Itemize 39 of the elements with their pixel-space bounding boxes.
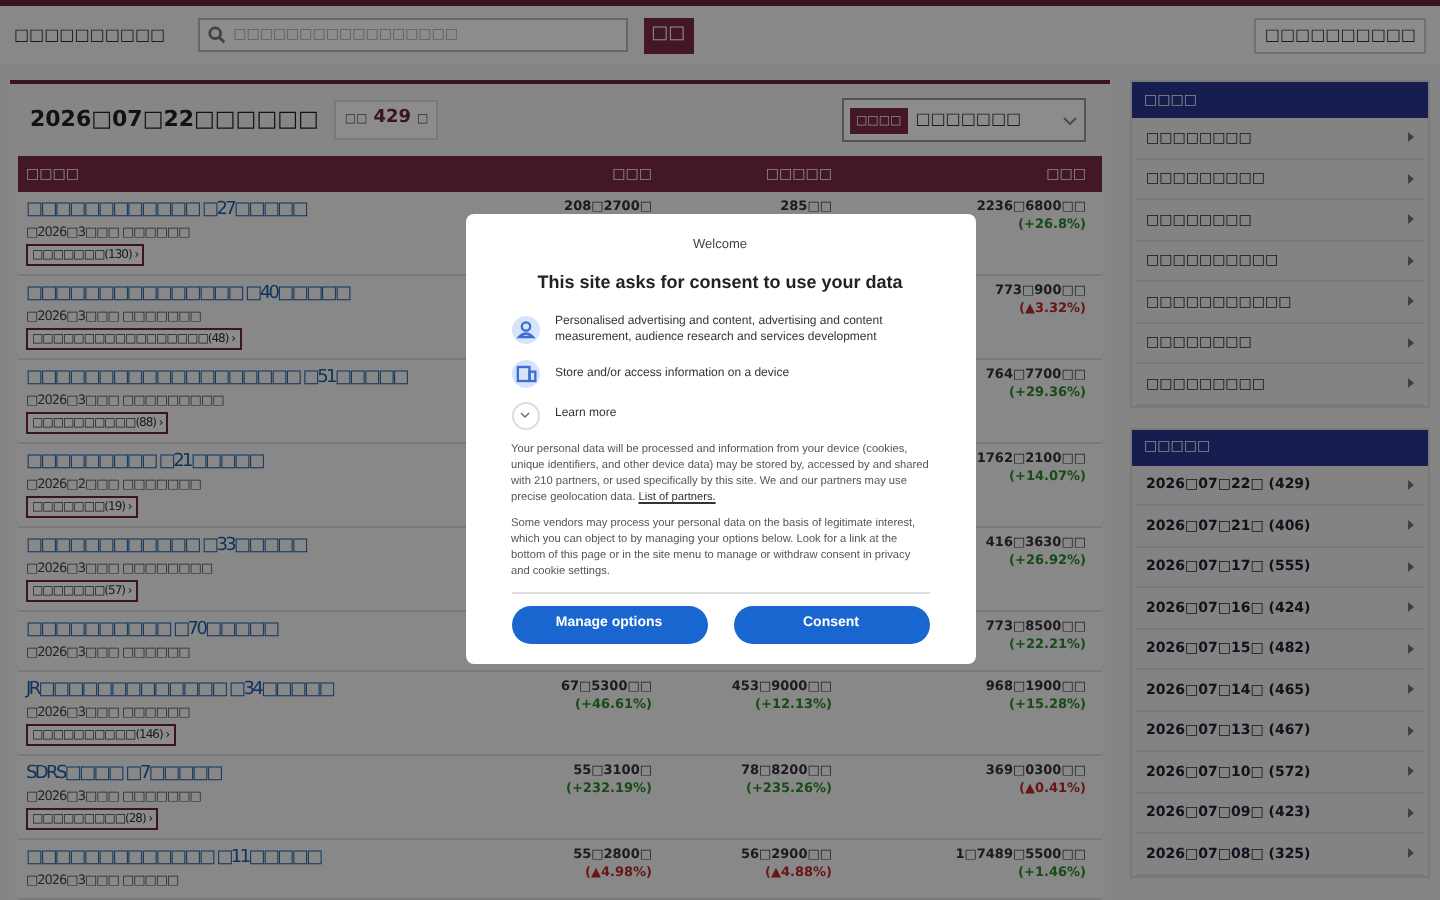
chevron-right-icon [1408, 173, 1414, 184]
site-logo[interactable]: □□□□□□□□□□ [14, 25, 166, 45]
item-link[interactable]: SDRS□□□□ □7□□□□□ [26, 762, 221, 786]
person-icon [511, 315, 539, 344]
item-link[interactable]: □□□□□□□□□ □21□□□□□ [26, 450, 263, 474]
page-title: 2026□07□22□□□□□□ [30, 103, 319, 136]
chevron-right-icon [1408, 725, 1414, 736]
chevron-down-icon [1062, 115, 1078, 125]
item-link[interactable]: □□□□□□□□□□□□ □33□□□□□ [26, 534, 307, 558]
item-link[interactable]: JR□□□□□□□□□□□□□ □34□□□□□ [26, 678, 334, 702]
chevron-right-icon [1408, 684, 1414, 695]
top-link-button[interactable]: □□□□□□□□□□ [1254, 17, 1426, 53]
chevron-right-icon [1408, 602, 1414, 613]
item-link[interactable]: □□□□□□□□□□□□□□□□□□□ □51□□□□□ [26, 366, 407, 390]
chevron-right-icon [1408, 255, 1414, 266]
chevron-right-icon [1408, 296, 1414, 307]
dialog-title: This site asks for consent to use your data [537, 269, 903, 294]
chevron-right-icon [1408, 479, 1414, 490]
expand-button[interactable] [511, 401, 539, 430]
chevron-right-icon [1408, 520, 1414, 531]
item-link[interactable]: □□□□□□□□□□□□□□□ □40□□□□□ [26, 282, 350, 306]
chevron-right-icon [1408, 766, 1414, 777]
chevron-right-icon [1408, 643, 1414, 654]
chevron-down-icon [520, 412, 530, 419]
device-icon [511, 359, 539, 388]
sort-value: □□□□□□□ [915, 108, 1024, 132]
chevron-right-icon [1408, 561, 1414, 572]
chevron-right-icon [1408, 337, 1414, 348]
chevron-right-icon [1408, 214, 1414, 225]
chevron-right-icon [1408, 132, 1414, 143]
chevron-right-icon [1408, 848, 1414, 859]
search-button[interactable]: □□ [643, 17, 694, 53]
search-icon [207, 26, 226, 44]
item-link[interactable]: □□□□□□□□□□ □70□□□□□ [26, 618, 278, 642]
item-link[interactable]: □□□□□□□□□□□□ □27□□□□□ [26, 198, 307, 222]
chevron-right-icon [1408, 807, 1414, 818]
item-link[interactable]: □□□□□□□□□□□□□ □11□□□□□ [26, 846, 321, 870]
count-value: 429 [373, 106, 412, 133]
chevron-right-icon [1408, 378, 1414, 389]
